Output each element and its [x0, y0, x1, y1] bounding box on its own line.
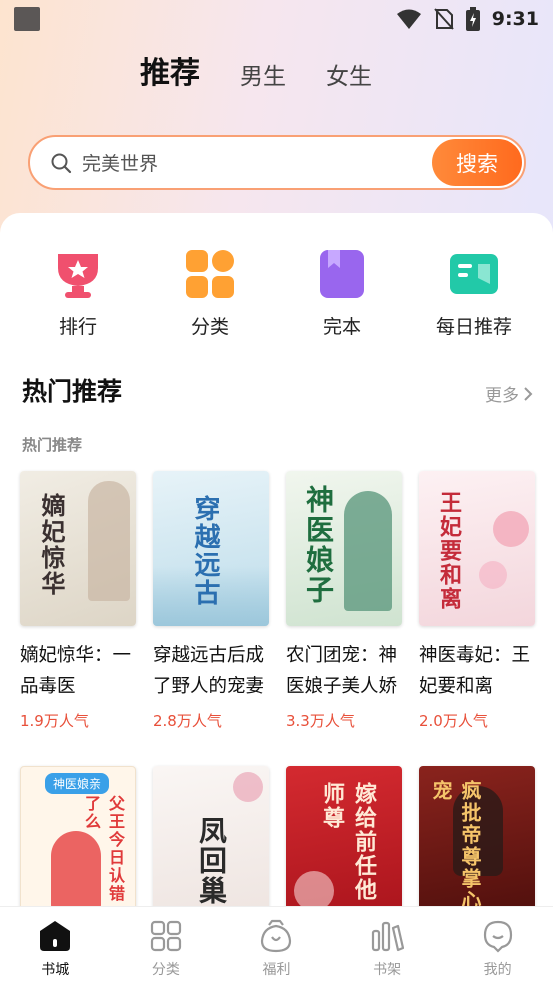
bookstore-icon — [40, 921, 71, 951]
book-cover: 凤回巢 — [153, 766, 269, 921]
book-icon — [320, 250, 364, 298]
welfare-icon — [261, 919, 292, 953]
quick-link-ranking[interactable]: 排行 — [12, 248, 144, 339]
book-title: 嫡妃惊华：一品毒医 — [20, 645, 132, 697]
quick-link-label: 排行 — [58, 316, 97, 338]
quick-link-daily[interactable]: 每日推荐 — [408, 248, 540, 339]
book-cover: 嫁给前任他师尊 — [286, 766, 402, 921]
book-popularity: 3.3万人气 — [286, 712, 355, 730]
quick-link-completed[interactable]: 完本 — [276, 248, 408, 339]
notification-icon — [14, 7, 40, 31]
nav-label: 福利 — [262, 962, 291, 978]
no-sim-icon — [433, 8, 454, 30]
wifi-icon — [396, 9, 421, 29]
category-icon — [150, 920, 181, 952]
book-popularity: 2.0万人气 — [419, 712, 488, 730]
quick-link-label: 完本 — [322, 316, 361, 338]
book-card[interactable]: 嫡妃惊华 嫡妃惊华：一品毒医 1.9万人气 — [20, 471, 138, 731]
book-card[interactable]: 神医娘子 农门团宠：神医娘子美人娇 3.3万人气 — [286, 471, 404, 731]
search-bar[interactable]: 完美世界 搜索 — [28, 135, 526, 190]
status-time: 9:31 — [491, 8, 539, 30]
book-card[interactable]: 凤回巢 — [153, 766, 271, 921]
search-icon — [51, 153, 72, 173]
quick-link-label: 分类 — [190, 316, 229, 338]
cover-title: 神医娘子 — [302, 485, 335, 605]
book-card[interactable]: 疯批帝尊掌心宠 — [419, 766, 537, 921]
cover-title: 嫡妃惊华 — [37, 493, 66, 597]
search-button[interactable]: 搜索 — [432, 139, 522, 186]
nav-bookshelf[interactable]: 书架 — [332, 907, 443, 983]
book-title: 神医毒妃：王妃要和离 — [419, 645, 531, 697]
book-popularity: 1.9万人气 — [20, 712, 89, 730]
book-cover: 嫡妃惊华 — [20, 471, 136, 626]
book-title: 农门团宠：神医娘子美人娇 — [286, 645, 398, 697]
cover-badge: 神医娘亲 — [45, 773, 110, 794]
book-cover: 神医娘亲 父王今日认错了么 — [20, 766, 136, 921]
tab-recommend[interactable]: 推荐 — [140, 56, 200, 92]
top-tabs: 推荐 男生 女生 — [140, 56, 372, 92]
nav-bookstore[interactable]: 书城 — [0, 907, 111, 983]
cover-title: 王妃要和离 — [436, 491, 462, 611]
nav-label: 我的 — [483, 962, 512, 978]
quick-link-label: 每日推荐 — [435, 316, 512, 338]
quick-links: 排行 分类 完本 每日推荐 — [0, 248, 553, 339]
nav-label: 书城 — [41, 962, 70, 978]
book-cover: 穿越远古 — [153, 471, 269, 626]
bookshelf-icon — [371, 921, 405, 952]
tab-female[interactable]: 女生 — [326, 64, 372, 92]
book-card[interactable]: 王妃要和离 神医毒妃：王妃要和离 2.0万人气 — [419, 471, 537, 731]
bottom-nav: 书城 分类 福利 书架 我的 — [0, 906, 553, 983]
book-cover: 王妃要和离 — [419, 471, 535, 626]
battery-icon — [465, 7, 480, 31]
book-card[interactable]: 穿越远古 穿越远古后成了野人的宠妻 2.8万人气 — [153, 471, 271, 731]
chevron-right-icon — [524, 386, 533, 401]
more-link[interactable]: 更多 — [485, 381, 533, 406]
nav-label: 分类 — [151, 962, 180, 978]
trophy-icon — [58, 254, 98, 298]
cover-title: 凤回巢 — [195, 816, 228, 906]
more-label: 更多 — [485, 386, 519, 406]
tab-male[interactable]: 男生 — [240, 64, 286, 92]
section-title: 热门推荐 — [22, 377, 123, 406]
book-popularity: 2.8万人气 — [153, 712, 222, 730]
book-cover: 疯批帝尊掌心宠 — [419, 766, 535, 921]
nav-label: 书架 — [373, 962, 402, 978]
book-card[interactable]: 神医娘亲 父王今日认错了么 — [20, 766, 138, 921]
cover-title: 嫁给前任他师尊 — [319, 782, 377, 902]
notebook-icon — [450, 254, 498, 294]
grid-icon — [186, 250, 234, 298]
search-input[interactable]: 完美世界 — [82, 149, 432, 176]
nav-profile[interactable]: 我的 — [442, 907, 553, 983]
status-bar: 9:31 — [0, 0, 553, 38]
cover-title: 疯批帝尊掌心宠 — [429, 780, 482, 912]
quick-link-category[interactable]: 分类 — [144, 248, 276, 339]
book-card[interactable]: 嫁给前任他师尊 — [286, 766, 404, 921]
cover-title: 父王今日认错了么 — [82, 795, 125, 903]
section-subtitle: 热门推荐 — [22, 436, 83, 454]
book-cover: 神医娘子 — [286, 471, 402, 626]
book-title: 穿越远古后成了野人的宠妻 — [153, 645, 265, 697]
nav-welfare[interactable]: 福利 — [221, 907, 332, 983]
nav-category[interactable]: 分类 — [111, 907, 222, 983]
cover-title: 穿越远古 — [190, 495, 220, 607]
profile-icon — [483, 920, 512, 953]
